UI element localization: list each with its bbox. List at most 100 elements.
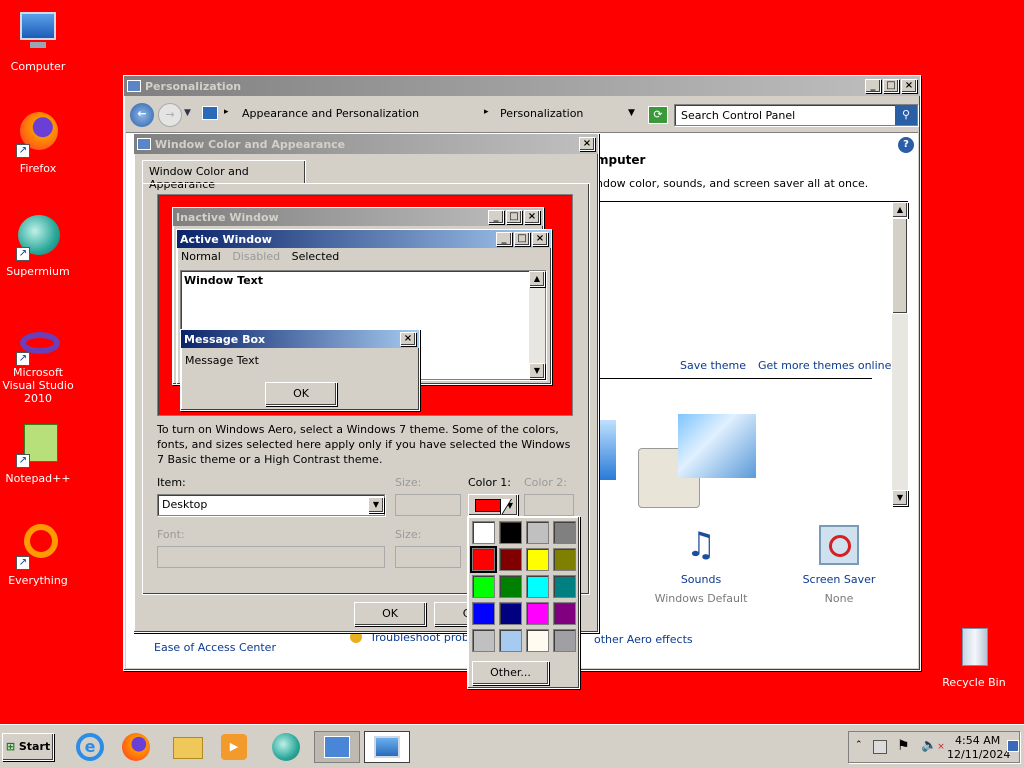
size-label: Size:: [395, 476, 422, 489]
search-input[interactable]: Search Control Panel: [681, 109, 795, 122]
search-icon[interactable]: ⚲: [895, 105, 917, 125]
color-swatch[interactable]: [553, 602, 576, 625]
dropdown-arrow-icon[interactable]: ▼: [368, 497, 384, 513]
theme-thumbnail[interactable]: [678, 414, 756, 478]
item-dropdown[interactable]: Desktop ▼: [157, 494, 385, 516]
dialog-tab[interactable]: Window Color and Appearance: [142, 160, 306, 191]
recent-pages-chevron-icon[interactable]: ▼: [184, 108, 191, 118]
scroll-up-arrow-icon[interactable]: ▲: [892, 202, 908, 218]
scroll-thumb[interactable]: [892, 218, 908, 314]
file-explorer-taskbar-icon[interactable]: [170, 731, 206, 763]
firefox-icon: ↗: [14, 110, 62, 158]
show-hidden-icons-chevron-icon[interactable]: ⌃: [855, 740, 863, 750]
color-swatch[interactable]: [526, 629, 549, 652]
clock-time[interactable]: 4:54 AM: [955, 734, 1000, 747]
theme-thumbnail[interactable]: [596, 420, 616, 480]
sounds-item[interactable]: ♫ Sounds Windows Default: [646, 523, 756, 613]
color-swatch[interactable]: [553, 575, 576, 598]
media-player-taskbar-icon[interactable]: ▶: [216, 731, 252, 763]
color-swatch[interactable]: [553, 548, 576, 571]
scroll-down-arrow-icon[interactable]: ▼: [892, 490, 908, 506]
minimize-icon: _: [496, 232, 512, 246]
personalization-taskbar-icon[interactable]: [364, 731, 410, 763]
aero-info-text: To turn on Windows Aero, select a Window…: [157, 423, 571, 466]
dialog-ok-button[interactable]: OK: [354, 602, 426, 626]
minimize-button[interactable]: _: [865, 79, 881, 93]
forward-button[interactable]: →: [158, 103, 182, 127]
desktop-icon-computer[interactable]: Computer: [0, 8, 76, 73]
color-swatch[interactable]: [526, 575, 549, 598]
firefox-taskbar-icon[interactable]: [118, 731, 154, 763]
color-swatch[interactable]: [553, 521, 576, 544]
minimize-icon: _: [488, 210, 504, 224]
color-swatch[interactable]: [472, 575, 495, 598]
network-icon[interactable]: [873, 740, 887, 754]
dialog-titlebar[interactable]: Window Color and Appearance ×: [134, 134, 598, 154]
color-swatch[interactable]: [526, 521, 549, 544]
desktop-icon-everything[interactable]: ↗ Everything: [0, 522, 76, 587]
notepad-plus-plus-icon: ↗: [14, 420, 62, 468]
appearance-preview: Inactive Window _ □ × Active Window _ □ …: [157, 194, 573, 416]
color-swatch[interactable]: [470, 546, 497, 573]
color-swatch[interactable]: [472, 629, 495, 652]
personalization-titlebar[interactable]: Personalization _ □ ×: [124, 76, 920, 96]
preview-message-box: Message Box × Message Text OK: [180, 329, 420, 411]
breadcrumb-separator-icon[interactable]: ▸: [224, 107, 229, 117]
back-button[interactable]: ←: [130, 103, 154, 127]
desktop-icon-visual-studio[interactable]: ↗ Microsoft Visual Studio 2010: [0, 328, 76, 405]
desktop-icon-supermium[interactable]: ↗ Supermium: [0, 213, 76, 278]
volume-muted-icon[interactable]: 🔈×: [921, 738, 945, 753]
color-swatch[interactable]: [472, 521, 495, 544]
menu-normal: Normal: [181, 250, 221, 263]
desktop-icon-notepadpp[interactable]: ↗ Notepad++: [0, 420, 76, 485]
refresh-icon[interactable]: ⟳: [648, 106, 668, 124]
window-title: Personalization: [145, 79, 242, 93]
color-swatch[interactable]: [499, 575, 522, 598]
theme-list: ▲ ▼ Save theme Get more themes online: [596, 201, 908, 508]
size-spinner: [395, 494, 461, 516]
start-button[interactable]: ⊞ Start: [2, 733, 54, 761]
aero-effects-link[interactable]: other Aero effects: [594, 633, 693, 646]
breadcrumb-appearance[interactable]: Appearance and Personalization: [242, 107, 419, 120]
action-center-flag-icon[interactable]: ⚑: [897, 738, 910, 754]
screensaver-item[interactable]: Screen Saver None: [784, 523, 894, 613]
menu-disabled: Disabled: [232, 250, 281, 263]
clock-date[interactable]: 12/11/2024: [947, 748, 1010, 761]
save-theme-link[interactable]: Save theme: [680, 359, 746, 372]
search-box[interactable]: Search Control Panel ⚲: [674, 104, 918, 126]
ease-of-access-link[interactable]: Ease of Access Center: [154, 641, 276, 654]
sounds-label[interactable]: Sounds: [646, 573, 756, 586]
help-icon[interactable]: ?: [898, 137, 914, 153]
color-swatch[interactable]: [526, 602, 549, 625]
color-swatch[interactable]: [499, 629, 522, 652]
color-swatch[interactable]: [499, 521, 522, 544]
visual-studio-icon: ↗: [14, 328, 62, 366]
breadcrumb-separator-icon[interactable]: ▸: [484, 107, 489, 117]
show-desktop-icon[interactable]: [1007, 740, 1019, 752]
desktop-icon-recycle-bin[interactable]: Recycle Bin: [936, 624, 1012, 689]
close-button[interactable]: ×: [901, 79, 917, 93]
maximize-button[interactable]: □: [883, 79, 899, 93]
shortcut-arrow-icon: ↗: [16, 352, 30, 366]
theme-list-scrollbar[interactable]: ▲ ▼: [892, 202, 908, 506]
color-swatch[interactable]: [499, 602, 522, 625]
supermium-taskbar-icon[interactable]: [268, 731, 304, 763]
address-dropdown-icon[interactable]: ▼: [628, 108, 635, 118]
color-swatch[interactable]: [499, 548, 522, 571]
color-swatch[interactable]: [472, 602, 495, 625]
get-more-themes-link[interactable]: Get more themes online: [758, 359, 891, 372]
other-color-button[interactable]: Other...: [472, 661, 549, 685]
color2-button: [524, 494, 574, 516]
breadcrumb-personalization[interactable]: Personalization: [500, 107, 583, 120]
internet-explorer-taskbar-icon[interactable]: e: [72, 731, 108, 763]
supermium-icon: ↗: [14, 213, 62, 261]
address-bar[interactable]: ▸ Appearance and Personalization ▸ Perso…: [200, 104, 664, 126]
screensaver-label[interactable]: Screen Saver: [784, 573, 894, 586]
color-swatch[interactable]: [526, 548, 549, 571]
color-swatch[interactable]: [553, 629, 576, 652]
dialog-close-button[interactable]: ×: [579, 137, 595, 151]
color-picker-popup: Other...: [467, 516, 580, 689]
desktop-icon-firefox[interactable]: ↗ Firefox: [0, 110, 76, 175]
control-panel-taskbar-icon[interactable]: [314, 731, 360, 763]
desktop-icon-label: Everything: [8, 574, 68, 587]
